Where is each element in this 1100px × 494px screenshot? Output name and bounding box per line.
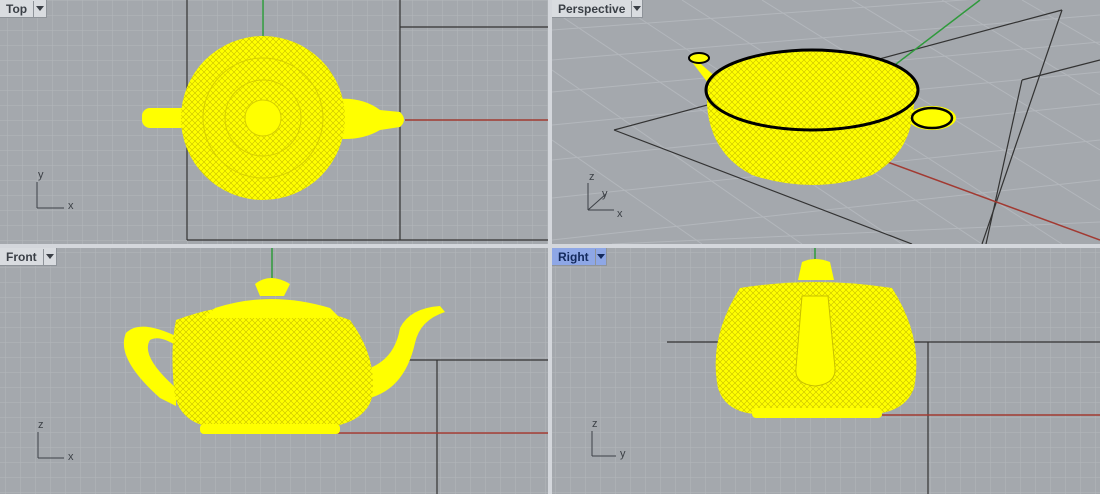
axis-label-x: x — [68, 451, 74, 463]
axis-label-x: x — [617, 208, 623, 220]
viewport-title-top-label: Top — [6, 1, 28, 16]
axis-label-z: z — [592, 418, 598, 430]
viewport-title-right-label: Right — [558, 249, 589, 264]
viewport-top[interactable]: y x Top — [0, 0, 548, 244]
axis-label-z: z — [38, 419, 44, 431]
axis-indicator-icon: z y x — [587, 171, 623, 220]
axis-label-x: x — [68, 200, 74, 212]
viewport-title-perspective-label: Perspective — [558, 1, 626, 16]
dropdown-arrow-icon[interactable] — [594, 248, 606, 265]
dropdown-arrow-icon[interactable] — [631, 0, 642, 17]
viewport-title-front[interactable]: Front — [0, 248, 57, 266]
viewport-title-front-label: Front — [6, 249, 37, 264]
axis-label-z: z — [589, 171, 595, 183]
teapot-perspective-view[interactable] — [688, 48, 956, 185]
viewport-front[interactable]: z x Front — [0, 248, 548, 494]
viewport-right[interactable]: z y Right — [552, 248, 1100, 494]
axis-label-y: y — [602, 188, 608, 200]
viewport-title-perspective[interactable]: Perspective — [552, 0, 643, 18]
viewport-title-right[interactable]: Right — [552, 248, 607, 266]
axis-label-y: y — [620, 448, 626, 460]
viewport-title-top[interactable]: Top — [0, 0, 47, 18]
axis-label-y: y — [38, 169, 44, 181]
viewport-top-canvas[interactable]: y x — [0, 0, 548, 244]
viewport-front-canvas[interactable]: z x — [0, 248, 548, 494]
dropdown-arrow-icon[interactable] — [42, 248, 56, 265]
viewport-perspective-canvas[interactable]: z y x — [552, 0, 1100, 244]
viewport-right-canvas[interactable]: z y — [552, 248, 1100, 494]
dropdown-arrow-icon[interactable] — [33, 0, 46, 17]
viewport-perspective[interactable]: z y x Perspective — [552, 0, 1100, 244]
